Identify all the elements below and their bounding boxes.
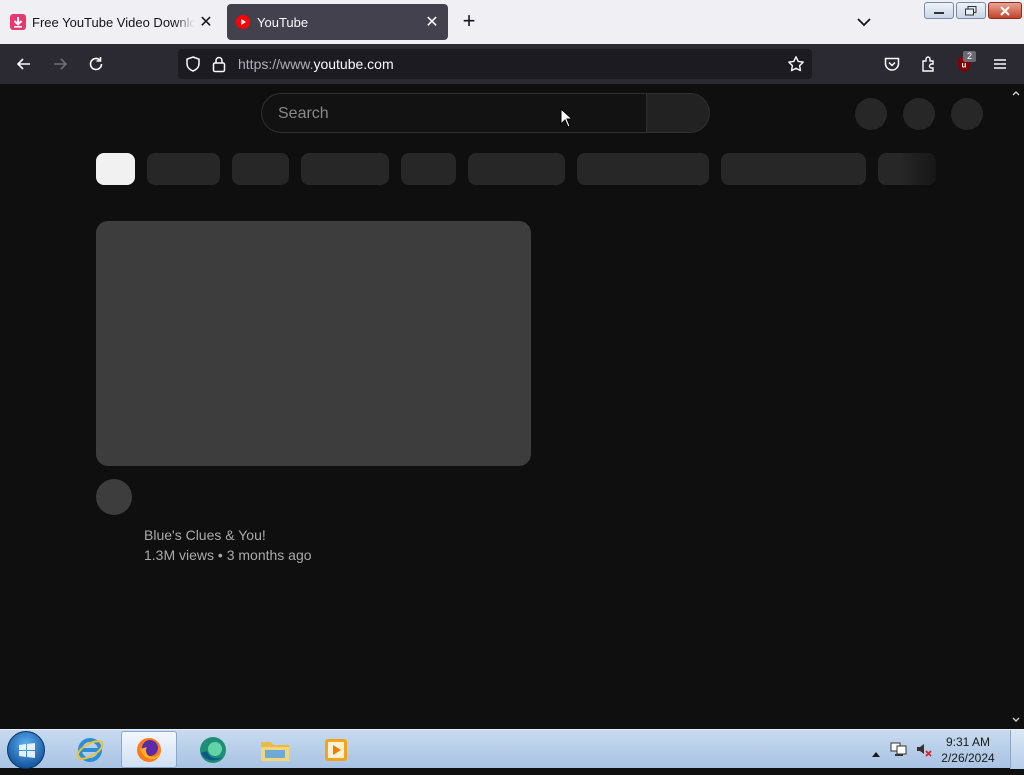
video-meta: 1.3M views • 3 months ago <box>144 547 312 563</box>
close-window-button[interactable] <box>988 2 1022 19</box>
tab-downloader[interactable]: Free YouTube Video Downloader ✕ <box>0 4 222 40</box>
start-button[interactable] <box>7 731 45 769</box>
youtube-page: Blue's Clues & You! 1.3M views • 3 month… <box>0 84 1024 729</box>
shield-icon[interactable] <box>184 55 202 78</box>
search-button[interactable] <box>646 93 710 133</box>
taskbar: 9:31 AM 2/26/2024 <box>0 729 1024 769</box>
chevron-down-icon[interactable] <box>852 12 876 32</box>
lock-icon[interactable] <box>211 55 227 78</box>
pocket-icon[interactable] <box>880 52 904 76</box>
edge-icon[interactable] <box>185 731 241 768</box>
restore-button[interactable] <box>956 2 986 19</box>
tray-expand-icon[interactable] <box>872 744 880 762</box>
channel-avatar[interactable] <box>96 479 132 515</box>
header-icon-placeholder[interactable] <box>855 98 887 130</box>
clock[interactable]: 9:31 AM 2/26/2024 <box>936 734 1000 766</box>
youtube-icon <box>235 14 251 30</box>
chip-placeholder[interactable] <box>401 153 456 185</box>
volume-muted-icon[interactable] <box>915 741 933 762</box>
window-controls <box>924 2 1022 19</box>
forward-icon <box>48 52 72 76</box>
chip-fade <box>900 150 950 188</box>
media-player-icon[interactable] <box>308 731 364 768</box>
minimize-button[interactable] <box>924 2 954 19</box>
show-desktop-button[interactable] <box>1010 730 1024 769</box>
reload-icon[interactable] <box>84 52 108 76</box>
clock-time: 9:31 AM <box>945 735 991 749</box>
tab-youtube[interactable]: YouTube ✕ <box>227 4 448 40</box>
download-icon <box>10 14 26 30</box>
tab-title: Free YouTube Video Downloader <box>32 14 194 30</box>
avatar-placeholder[interactable] <box>951 98 983 130</box>
chip-placeholder[interactable] <box>721 153 866 185</box>
channel-name[interactable]: Blue's Clues & You! <box>144 527 266 543</box>
url-bar[interactable]: https://www.youtube.com <box>178 49 812 79</box>
search-box[interactable] <box>261 93 647 133</box>
clock-date: 2/26/2024 <box>941 751 995 765</box>
chip-all[interactable] <box>96 153 135 185</box>
chip-placeholder[interactable] <box>232 153 289 185</box>
tab-close-button[interactable]: ✕ <box>420 10 444 34</box>
tab-close-button[interactable]: ✕ <box>194 10 218 34</box>
tab-strip: Free YouTube Video Downloader ✕ YouTube … <box>0 0 1024 44</box>
mouse-cursor-icon <box>560 107 574 133</box>
header-icon-placeholder[interactable] <box>903 98 935 130</box>
network-icon[interactable] <box>890 741 908 762</box>
chip-placeholder[interactable] <box>147 153 220 185</box>
tab-title: YouTube <box>257 14 309 30</box>
extensions-icon[interactable] <box>916 52 940 76</box>
back-icon[interactable] <box>12 52 36 76</box>
menu-icon[interactable] <box>988 52 1012 76</box>
ie-icon[interactable] <box>62 731 118 768</box>
url-text[interactable]: https://www.youtube.com <box>238 56 394 72</box>
chip-placeholder[interactable] <box>468 153 565 185</box>
new-tab-button[interactable]: + <box>456 10 482 34</box>
scrollbar[interactable] <box>1008 84 1024 729</box>
nav-bar: https://www.youtube.com u <box>0 44 1024 84</box>
video-thumbnail[interactable] <box>96 221 531 466</box>
scroll-down-icon[interactable] <box>1012 715 1020 723</box>
firefox-icon[interactable] <box>121 731 177 768</box>
scroll-up-icon[interactable] <box>1012 88 1020 96</box>
star-icon[interactable] <box>787 55 805 78</box>
chip-placeholder[interactable] <box>301 153 389 185</box>
extension-badge: 2 <box>963 51 976 62</box>
folder-icon[interactable] <box>247 731 303 768</box>
chip-placeholder[interactable] <box>577 153 709 185</box>
